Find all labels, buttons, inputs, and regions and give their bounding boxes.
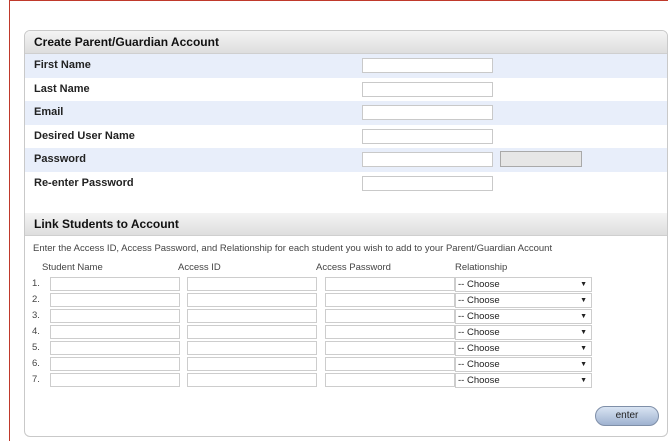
relationship-select[interactable]: -- Choose ▼ — [455, 373, 592, 388]
reenter-password-input[interactable] — [362, 175, 493, 191]
relationship-select[interactable]: -- Choose ▼ — [455, 325, 592, 340]
access-password-input[interactable] — [325, 341, 455, 355]
student-name-input[interactable] — [50, 341, 180, 355]
chevron-down-icon: ▼ — [580, 345, 587, 352]
first-name-row: First Name — [25, 54, 667, 78]
reenter-password-row: Re-enter Password — [25, 172, 667, 196]
relationship-value: -- Choose — [458, 327, 500, 338]
access-id-input[interactable] — [187, 277, 317, 291]
row-number: 6. — [32, 358, 40, 369]
link-students-section: Link Students to Account Enter the Acces… — [25, 213, 667, 388]
access-id-header: Access ID — [178, 262, 221, 273]
relationship-value: -- Choose — [458, 375, 500, 386]
enter-button[interactable]: enter — [595, 406, 659, 426]
access-password-input[interactable] — [325, 293, 455, 307]
username-row: Desired User Name — [25, 125, 667, 149]
last-name-row: Last Name — [25, 78, 667, 102]
student-name-input[interactable] — [50, 293, 180, 307]
email-row: Email — [25, 101, 667, 125]
chevron-down-icon: ▼ — [580, 329, 587, 336]
student-row: 6. -- Choose ▼ — [25, 356, 667, 372]
relationship-value: -- Choose — [458, 311, 500, 322]
row-number: 4. — [32, 326, 40, 337]
password-label: Password — [34, 153, 86, 165]
relationship-header: Relationship — [455, 262, 508, 273]
password-input[interactable] — [362, 152, 493, 167]
student-row: 4. -- Choose ▼ — [25, 324, 667, 340]
access-id-input[interactable] — [187, 373, 317, 387]
student-name-header: Student Name — [42, 262, 103, 273]
username-input[interactable] — [362, 128, 493, 144]
access-password-input[interactable] — [325, 277, 455, 291]
student-row: 2. -- Choose ▼ — [25, 292, 667, 308]
access-id-input[interactable] — [187, 357, 317, 371]
chevron-down-icon: ▼ — [580, 377, 587, 384]
create-account-header: Create Parent/Guardian Account — [25, 31, 667, 54]
account-panel: Create Parent/Guardian Account First Nam… — [24, 30, 668, 437]
student-row: 7. -- Choose ▼ — [25, 372, 667, 388]
row-number: 5. — [32, 342, 40, 353]
relationship-select[interactable]: -- Choose ▼ — [455, 341, 592, 356]
chevron-down-icon: ▼ — [580, 281, 587, 288]
row-number: 2. — [32, 294, 40, 305]
relationship-value: -- Choose — [458, 359, 500, 370]
row-number: 7. — [32, 374, 40, 385]
student-name-input[interactable] — [50, 357, 180, 371]
relationship-select[interactable]: -- Choose ▼ — [455, 277, 592, 292]
email-label: Email — [34, 106, 64, 118]
row-number: 3. — [32, 310, 40, 321]
row-number: 1. — [32, 278, 40, 289]
window-edge-left — [9, 0, 10, 441]
relationship-value: -- Choose — [458, 279, 500, 290]
access-password-input[interactable] — [325, 357, 455, 371]
first-name-label: First Name — [34, 59, 91, 71]
student-name-input[interactable] — [50, 373, 180, 387]
chevron-down-icon: ▼ — [580, 361, 587, 368]
relationship-select[interactable]: -- Choose ▼ — [455, 357, 592, 372]
access-id-input[interactable] — [187, 341, 317, 355]
email-input[interactable] — [362, 105, 493, 120]
last-name-label: Last Name — [34, 82, 90, 95]
relationship-select[interactable]: -- Choose ▼ — [455, 309, 592, 324]
access-password-input[interactable] — [325, 325, 455, 339]
student-row: 3. -- Choose ▼ — [25, 308, 667, 324]
last-name-input[interactable] — [362, 81, 493, 97]
relationship-value: -- Choose — [458, 295, 500, 306]
link-students-header: Link Students to Account — [25, 213, 667, 236]
password-strength-meter — [500, 151, 582, 167]
first-name-input[interactable] — [362, 58, 493, 73]
access-password-header: Access Password — [316, 262, 391, 273]
username-label: Desired User Name — [34, 129, 135, 142]
relationship-select[interactable]: -- Choose ▼ — [455, 293, 592, 308]
access-password-input[interactable] — [325, 373, 455, 387]
student-name-input[interactable] — [50, 325, 180, 339]
student-row: 5. -- Choose ▼ — [25, 340, 667, 356]
relationship-value: -- Choose — [458, 343, 500, 354]
chevron-down-icon: ▼ — [580, 313, 587, 320]
access-password-input[interactable] — [325, 309, 455, 323]
reenter-password-label: Re-enter Password — [34, 176, 134, 189]
student-name-input[interactable] — [50, 309, 180, 323]
password-row: Password — [25, 148, 667, 172]
chevron-down-icon: ▼ — [580, 297, 587, 304]
student-name-input[interactable] — [50, 277, 180, 291]
link-instructions: Enter the Access ID, Access Password, an… — [33, 243, 553, 254]
access-id-input[interactable] — [187, 293, 317, 307]
student-table-header: Student Name Access ID Access Password R… — [25, 262, 667, 276]
window-edge-top — [9, 0, 668, 1]
student-row: 1. -- Choose ▼ — [25, 276, 667, 292]
access-id-input[interactable] — [187, 309, 317, 323]
access-id-input[interactable] — [187, 325, 317, 339]
